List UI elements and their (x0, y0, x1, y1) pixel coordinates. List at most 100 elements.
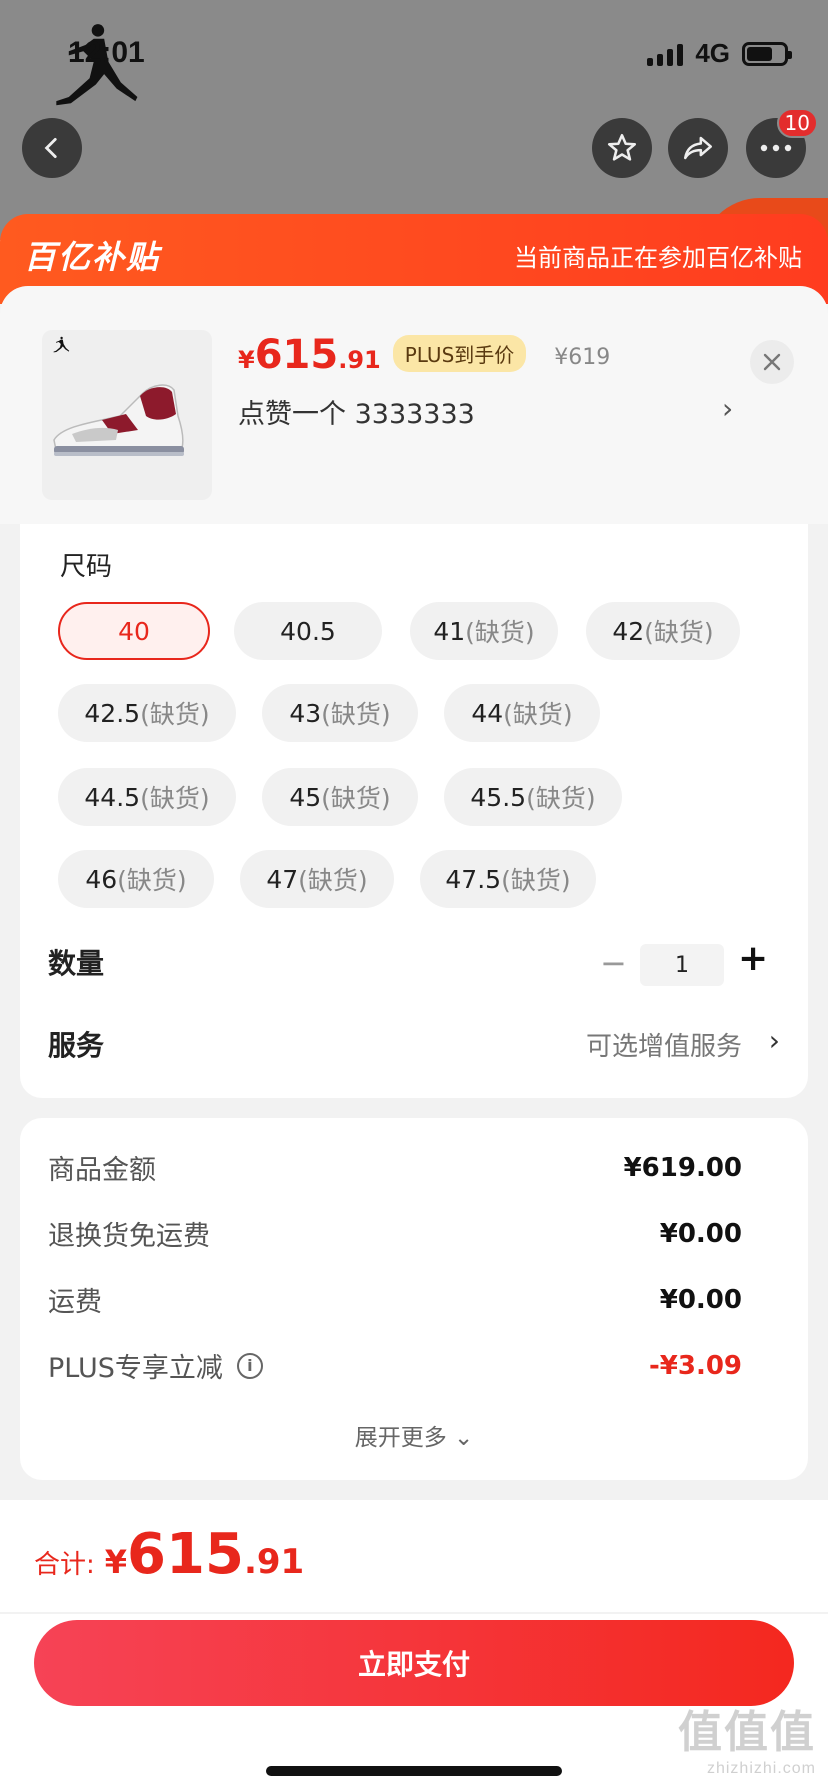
cost-row-plus-discount: PLUS专享立减 i -¥3.09 (48, 1346, 742, 1385)
watermark-url: zhizhizhi.com (706, 1760, 816, 1777)
watermark-logo: 值值值 (678, 1708, 816, 1757)
quantity-input[interactable]: 1 (640, 944, 724, 986)
size-option-45-5[interactable]: 45.5 (缺货) (444, 768, 622, 826)
total-label: 合计: (34, 1550, 95, 1580)
info-icon[interactable]: i (236, 1352, 263, 1379)
total-integer: 615 (127, 1522, 244, 1587)
sneaker-image-icon (53, 336, 184, 456)
size-value: 47 (266, 864, 299, 894)
close-icon (763, 353, 781, 371)
size-option-42[interactable]: 42 (缺货) (586, 602, 740, 660)
out-of-stock-note: (缺货) (298, 866, 368, 895)
quantity-increment-button[interactable]: + (738, 938, 768, 979)
out-of-stock-note: (缺货) (321, 700, 391, 729)
cost-value: ¥619.00 (623, 1152, 742, 1183)
subsidy-logo: 百亿补贴 (24, 238, 161, 276)
more-dots-icon (760, 144, 792, 152)
subsidy-banner-text: 当前商品正在参加百亿补贴 (514, 244, 802, 272)
service-value[interactable]: 可选增值服务 (586, 1026, 742, 1063)
divider (0, 1612, 828, 1614)
cost-row-shipping: 运费 ¥0.00 (48, 1280, 742, 1319)
product-image[interactable] (42, 330, 212, 500)
size-option-45[interactable]: 45 (缺货) (262, 768, 418, 826)
price-decimal: .91 (338, 346, 381, 374)
size-value: 45 (289, 782, 322, 812)
price-integer: 615 (254, 332, 339, 378)
out-of-stock-note: (缺货) (501, 866, 571, 895)
size-option-44[interactable]: 44 (缺货) (444, 684, 600, 742)
product-name[interactable]: 点赞一个 3333333 (238, 392, 475, 431)
cost-value: ¥0.00 (659, 1284, 742, 1315)
out-of-stock-note: (缺货) (117, 866, 187, 895)
cost-label: PLUS专享立减 i (48, 1346, 263, 1385)
original-price: ¥619 (554, 345, 611, 370)
size-option-43[interactable]: 43 (缺货) (262, 684, 418, 742)
size-option-41[interactable]: 41 (缺货) (410, 602, 558, 660)
cost-label: 运费 (48, 1287, 102, 1318)
out-of-stock-note: (缺货) (140, 784, 210, 813)
size-value: 42.5 (84, 698, 141, 728)
size-value: 40.5 (280, 616, 336, 646)
plus-price-tag: PLUS到手价 (392, 335, 527, 372)
status-time: 12:01 (68, 36, 145, 69)
total-decimal: .91 (243, 1542, 305, 1582)
pay-now-button[interactable]: 立即支付 (34, 1620, 794, 1706)
more-button[interactable]: 10 (746, 108, 818, 178)
cost-label: 退换货免运费 (48, 1221, 210, 1252)
checkout-footer: 合计: ¥ 615 .91 立即支付 值值值 zhizhizhi.com (0, 1500, 828, 1792)
size-option-42-5[interactable]: 42.5 (缺货) (58, 684, 236, 742)
signal-icon (647, 42, 684, 66)
watermark: 值值值 zhizhizhi.com (678, 1696, 816, 1778)
size-option-46[interactable]: 46 (缺货) (58, 850, 214, 908)
cost-row-return-shipping: 退换货免运费 ¥0.00 (48, 1214, 742, 1253)
out-of-stock-note: (缺货) (503, 700, 573, 729)
size-section-title: 尺码 (60, 552, 113, 582)
size-value: 45.5 (470, 782, 527, 812)
size-value: 43 (289, 698, 322, 728)
total-currency: ¥ (104, 1543, 128, 1581)
cost-breakdown: 商品金额 ¥619.00 退换货免运费 ¥0.00 运费 ¥0.00 PLUS专… (20, 1118, 808, 1480)
size-option-40-5[interactable]: 40.5 (234, 602, 382, 660)
size-value: 40 (118, 616, 150, 646)
size-option-40[interactable]: 40 (58, 602, 210, 660)
out-of-stock-note: (缺货) (465, 618, 535, 647)
size-option-47[interactable]: 47 (缺货) (240, 850, 394, 908)
out-of-stock-note: (缺货) (644, 618, 714, 647)
notification-badge: 10 (776, 108, 818, 138)
out-of-stock-note: (缺货) (321, 784, 391, 813)
out-of-stock-note: (缺货) (526, 784, 596, 813)
favorite-button[interactable] (592, 118, 652, 178)
price-row: ¥ 615 .91 PLUS到手价 ¥619 (238, 332, 610, 378)
back-button[interactable] (22, 118, 82, 178)
home-indicator (266, 1766, 562, 1776)
chevron-right-icon[interactable]: › (769, 1024, 780, 1057)
cost-value: -¥3.09 (648, 1350, 742, 1381)
service-label: 服务 (48, 1029, 105, 1062)
size-value: 44 (471, 698, 504, 728)
cost-value: ¥0.00 (659, 1218, 742, 1249)
price-currency: ¥ (238, 346, 255, 374)
size-value: 44.5 (84, 782, 141, 812)
quantity-label: 数量 (48, 947, 105, 980)
product-summary: ¥ 615 .91 PLUS到手价 ¥619 点赞一个 3333333 › (0, 286, 828, 524)
cost-label: 商品金额 (48, 1155, 156, 1186)
quantity-decrement-button[interactable]: − (600, 944, 627, 982)
battery-icon (742, 41, 792, 66)
size-value: 42 (612, 616, 645, 646)
share-icon (683, 136, 713, 160)
size-option-47-5[interactable]: 47.5 (缺货) (420, 850, 596, 908)
share-button[interactable] (668, 118, 728, 178)
star-icon (607, 133, 637, 161)
network-label: 4G (695, 38, 730, 68)
total-price: 合计: ¥ 615 .91 (34, 1522, 304, 1587)
size-value: 47.5 (445, 864, 502, 894)
expand-more-button[interactable]: 展开更多 ⌄ (20, 1418, 808, 1452)
size-option-44-5[interactable]: 44.5 (缺货) (58, 768, 236, 826)
options-panel: 尺码 40 40.5 41 (缺货) 42 (缺货) 42.5 (缺货) 43 (缺货)… (20, 524, 808, 1098)
size-value: 41 (433, 616, 466, 646)
chevron-left-icon (44, 137, 57, 159)
plus-discount-label: PLUS专享立减 (48, 1353, 223, 1384)
out-of-stock-note: (缺货) (140, 700, 210, 729)
chevron-right-icon[interactable]: › (722, 392, 733, 425)
close-button[interactable] (750, 340, 794, 384)
